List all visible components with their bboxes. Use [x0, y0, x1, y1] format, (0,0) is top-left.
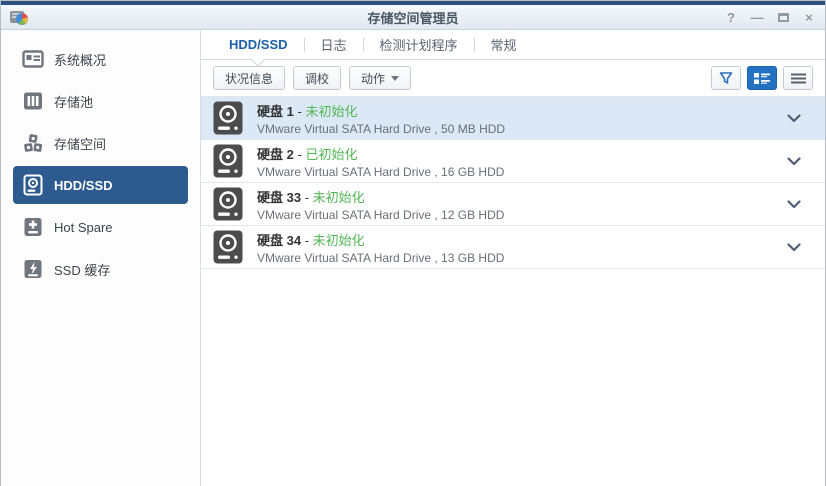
drive-info: 硬盘 1 - 未初始化 VMware Virtual SATA Hard Dri…	[257, 101, 505, 136]
drive-info: 硬盘 34 - 未初始化 VMware Virtual SATA Hard Dr…	[257, 230, 504, 265]
sidebar-item-hot-spare[interactable]: Hot Spare	[13, 208, 188, 246]
chevron-down-icon	[391, 76, 399, 81]
filter-icon	[719, 71, 733, 85]
list-view-button[interactable]	[783, 66, 813, 90]
filter-button[interactable]	[711, 66, 741, 90]
chevron-down-icon[interactable]	[787, 243, 801, 252]
storage-volume-icon	[22, 132, 44, 154]
drive-description: VMware Virtual SATA Hard Drive , 12 GB H…	[257, 208, 504, 222]
sidebar-item-label: 系统概况	[54, 50, 106, 69]
tab-hdd-ssd[interactable]: HDD/SSD	[213, 30, 304, 60]
sidebar-item-label: 存储池	[54, 92, 93, 111]
drive-status: 已初始化	[305, 147, 357, 162]
sidebar-item-hdd-ssd[interactable]: HDD/SSD	[13, 166, 188, 204]
drive-name: 硬盘 1	[257, 104, 294, 119]
hdd-icon	[213, 101, 243, 135]
maximize-icon[interactable]	[775, 10, 791, 26]
storage-manager-app-icon	[9, 8, 29, 26]
sidebar-item-ssd-cache[interactable]: SSD 缓存	[13, 250, 188, 288]
drive-name: 硬盘 2	[257, 147, 294, 162]
drive-separator: -	[297, 104, 301, 119]
drive-title: 硬盘 33 - 未初始化	[257, 187, 504, 206]
drive-title: 硬盘 1 - 未初始化	[257, 101, 505, 120]
drive-status: 未初始化	[313, 233, 365, 248]
sidebar-item-storage-volume[interactable]: 存储空间	[13, 124, 188, 162]
drive-separator: -	[305, 190, 309, 205]
chevron-down-icon[interactable]	[787, 200, 801, 209]
drive-description: VMware Virtual SATA Hard Drive , 13 GB H…	[257, 251, 504, 265]
system-overview-icon	[22, 48, 44, 70]
sidebar-item-label: SSD 缓存	[54, 260, 110, 279]
drive-name: 硬盘 33	[257, 190, 301, 205]
sidebar-item-system-overview[interactable]: 系统概况	[13, 40, 188, 78]
storage-manager-window: { "window": { "title": "存储空间管理员", "contr…	[0, 0, 826, 486]
sidebar-item-label: Hot Spare	[54, 220, 113, 235]
tab-bar: HDD/SSD 日志 检测计划程序 常规	[201, 30, 825, 60]
hot-spare-icon	[22, 216, 44, 238]
drive-info: 硬盘 33 - 未初始化 VMware Virtual SATA Hard Dr…	[257, 187, 504, 222]
drive-separator: -	[305, 233, 309, 248]
hdd-ssd-icon	[22, 174, 44, 196]
drive-separator: -	[297, 147, 301, 162]
sidebar-item-label: HDD/SSD	[54, 178, 113, 193]
tab-general[interactable]: 常规	[475, 30, 533, 60]
window-controls: ? — ×	[723, 5, 817, 30]
ssd-cache-icon	[22, 258, 44, 280]
action-dropdown-button[interactable]: 动作	[349, 66, 411, 90]
sidebar: 系统概况 存储池 存储空间	[1, 30, 201, 486]
close-icon[interactable]: ×	[801, 10, 817, 26]
toolbar: 状况信息 调校 动作	[201, 60, 825, 96]
drive-info: 硬盘 2 - 已初始化 VMware Virtual SATA Hard Dri…	[257, 144, 504, 179]
list-view-icon	[791, 73, 806, 84]
toolbar-right-group	[711, 66, 813, 90]
drive-status: 未初始化	[305, 104, 357, 119]
chevron-down-icon[interactable]	[787, 157, 801, 166]
detail-view-button[interactable]	[747, 66, 777, 90]
sidebar-item-label: 存储空间	[54, 134, 106, 153]
benchmark-label: 调校	[305, 70, 329, 87]
drive-description: VMware Virtual SATA Hard Drive , 50 MB H…	[257, 122, 505, 136]
sidebar-item-storage-pool[interactable]: 存储池	[13, 82, 188, 120]
window-title: 存储空间管理员	[1, 8, 825, 27]
drive-title: 硬盘 34 - 未初始化	[257, 230, 504, 249]
drive-row-4[interactable]: 硬盘 34 - 未初始化 VMware Virtual SATA Hard Dr…	[201, 226, 825, 269]
drive-row-1[interactable]: 硬盘 1 - 未初始化 VMware Virtual SATA Hard Dri…	[201, 97, 825, 140]
benchmark-button[interactable]: 调校	[293, 66, 341, 90]
health-info-label: 状况信息	[225, 70, 273, 87]
drive-row-3[interactable]: 硬盘 33 - 未初始化 VMware Virtual SATA Hard Dr…	[201, 183, 825, 226]
action-label: 动作	[361, 70, 385, 87]
detail-view-icon	[754, 72, 770, 85]
main-panel: HDD/SSD 日志 检测计划程序 常规 状况信息 调校 动作	[201, 30, 825, 486]
drive-description: VMware Virtual SATA Hard Drive , 16 GB H…	[257, 165, 504, 179]
hdd-icon	[213, 187, 243, 221]
help-icon[interactable]: ?	[723, 10, 739, 26]
minimize-icon[interactable]: —	[749, 10, 765, 26]
drive-name: 硬盘 34	[257, 233, 301, 248]
tab-test-scheduler[interactable]: 检测计划程序	[364, 30, 474, 60]
titlebar: 存储空间管理员 ? — ×	[1, 5, 825, 30]
tab-log[interactable]: 日志	[305, 30, 363, 60]
drive-list: 硬盘 1 - 未初始化 VMware Virtual SATA Hard Dri…	[201, 96, 825, 269]
drive-row-2[interactable]: 硬盘 2 - 已初始化 VMware Virtual SATA Hard Dri…	[201, 140, 825, 183]
storage-pool-icon	[22, 90, 44, 112]
maximize-glyph	[778, 13, 789, 22]
drive-title: 硬盘 2 - 已初始化	[257, 144, 504, 163]
drive-status: 未初始化	[313, 190, 365, 205]
health-info-button[interactable]: 状况信息	[213, 66, 285, 90]
hdd-icon	[213, 230, 243, 264]
hdd-icon	[213, 144, 243, 178]
chevron-down-icon[interactable]	[787, 114, 801, 123]
